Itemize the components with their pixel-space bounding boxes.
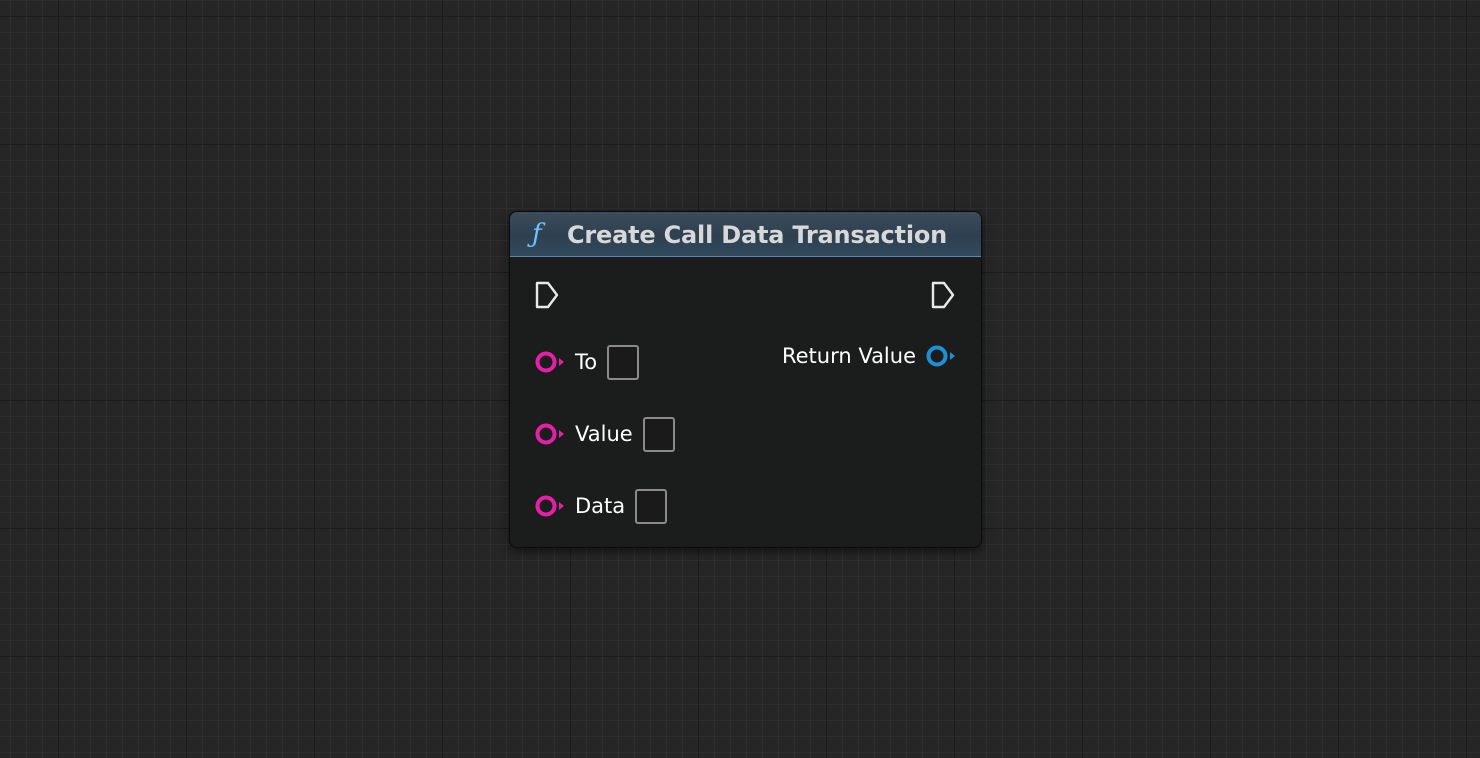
- data-input[interactable]: [635, 488, 668, 524]
- node-title: Create Call Data Transaction: [567, 221, 948, 249]
- exec-output-pin-icon[interactable]: [930, 280, 956, 310]
- input-row-data: Data: [534, 486, 668, 526]
- input-row-value: Value: [534, 414, 675, 454]
- to-input[interactable]: [607, 344, 640, 380]
- return-value-label: Return Value: [781, 344, 916, 368]
- data-pin-icon[interactable]: [534, 494, 566, 518]
- input-row-to: To: [534, 342, 640, 382]
- return-value-pin-icon[interactable]: [925, 344, 957, 368]
- graph-canvas[interactable]: ƒ Create Call Data Transaction To Value …: [0, 0, 1480, 758]
- data-label: Data: [575, 494, 626, 518]
- function-node[interactable]: ƒ Create Call Data Transaction To Value …: [509, 211, 982, 548]
- function-icon: ƒ: [532, 219, 542, 249]
- value-input[interactable]: [642, 416, 675, 452]
- output-row-return-value: Return Value: [782, 336, 957, 376]
- exec-input-pin-icon[interactable]: [534, 280, 560, 310]
- value-pin-icon[interactable]: [534, 422, 566, 446]
- node-header[interactable]: ƒ Create Call Data Transaction: [510, 212, 981, 257]
- value-label: Value: [575, 422, 633, 446]
- to-pin-icon[interactable]: [534, 350, 566, 374]
- to-label: To: [575, 350, 598, 374]
